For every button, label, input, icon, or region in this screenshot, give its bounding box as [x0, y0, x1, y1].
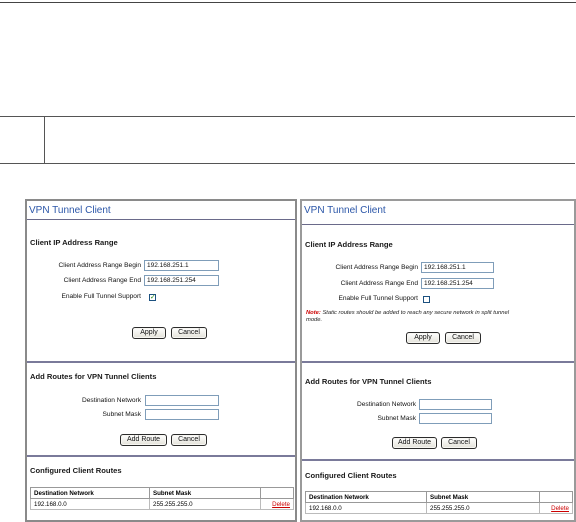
divider [27, 455, 295, 457]
column-header-actions [539, 491, 573, 503]
full-tunnel-checkbox[interactable]: ✓ [149, 294, 156, 301]
column-header-actions [260, 487, 294, 499]
note-text: Static routes should be added to reach a… [306, 310, 510, 323]
note-box [0, 116, 575, 164]
route-mask: 255.255.255.0 [426, 502, 540, 514]
route-destination: 192.168.0.0 [30, 498, 150, 510]
destination-network-input[interactable] [145, 395, 219, 406]
configured-routes-table: Destination Network Subnet Mask 192.168.… [30, 487, 294, 510]
cancel-button[interactable]: Cancel [445, 332, 481, 344]
add-routes-heading: Add Routes for VPN Tunnel Clients [305, 377, 432, 386]
client-ip-range-heading: Client IP Address Range [305, 240, 393, 249]
table-row: 192.168.0.0 255.255.255.0 Delete [305, 502, 573, 514]
route-destination: 192.168.0.0 [305, 502, 427, 514]
add-routes-heading: Add Routes for VPN Tunnel Clients [30, 372, 157, 381]
configured-routes-heading: Configured Client Routes [30, 466, 122, 475]
add-route-button[interactable]: Add Route [120, 434, 167, 446]
range-begin-input[interactable]: 192.168.251.1 [421, 262, 494, 273]
range-end-label: Client Address Range End [63, 277, 141, 284]
cancel-button[interactable]: Cancel [171, 327, 207, 339]
divider [302, 459, 574, 461]
divider [302, 224, 574, 225]
client-ip-range-heading: Client IP Address Range [30, 238, 118, 247]
full-tunnel-checkbox[interactable] [423, 296, 430, 303]
panel-title: VPN Tunnel Client [304, 205, 386, 216]
checkmark-icon: ✓ [150, 294, 156, 301]
column-header: Subnet Mask [149, 487, 261, 499]
divider [302, 361, 574, 363]
route-mask: 255.255.255.0 [149, 498, 261, 510]
full-tunnel-label: Enable Full Tunnel Support [61, 293, 141, 300]
column-header: Destination Network [305, 491, 427, 503]
destination-network-label: Destination Network [356, 401, 416, 408]
destination-network-input[interactable] [419, 399, 492, 410]
subnet-mask-label: Subnet Mask [377, 415, 416, 422]
subnet-mask-label: Subnet Mask [102, 411, 141, 418]
delete-link[interactable]: Delete [539, 502, 573, 514]
full-tunnel-label: Enable Full Tunnel Support [338, 295, 418, 302]
divider [27, 361, 295, 363]
range-begin-label: Client Address Range Begin [58, 262, 141, 269]
panel-title: VPN Tunnel Client [29, 205, 111, 216]
range-end-label: Client Address Range End [340, 280, 418, 287]
range-begin-input[interactable]: 192.168.251.1 [144, 260, 219, 271]
apply-button[interactable]: Apply [406, 332, 440, 344]
top-rule [0, 2, 576, 3]
apply-button[interactable]: Apply [132, 327, 166, 339]
destination-network-label: Destination Network [81, 397, 141, 404]
cancel-button[interactable]: Cancel [441, 437, 477, 449]
subnet-mask-input[interactable] [145, 409, 219, 420]
add-route-button[interactable]: Add Route [392, 437, 437, 449]
divider [27, 219, 295, 220]
vpn-client-panel-full-tunnel: VPN Tunnel Client Client IP Address Rang… [25, 199, 297, 522]
note-prefix: Note: [306, 310, 321, 316]
delete-link[interactable]: Delete [260, 498, 294, 510]
column-header: Destination Network [30, 487, 150, 499]
range-begin-label: Client Address Range Begin [335, 264, 418, 271]
column-header: Subnet Mask [426, 491, 540, 503]
configured-routes-table: Destination Network Subnet Mask 192.168.… [305, 491, 573, 514]
subnet-mask-input[interactable] [419, 413, 492, 424]
cancel-button[interactable]: Cancel [171, 434, 207, 446]
note-box-divider [44, 117, 45, 163]
vpn-client-panel-split-tunnel: VPN Tunnel Client Client IP Address Rang… [300, 199, 576, 522]
table-row: 192.168.0.0 255.255.255.0 Delete [30, 498, 294, 510]
configured-routes-heading: Configured Client Routes [305, 471, 397, 480]
split-tunnel-note: Note: Static routes should be added to r… [306, 310, 511, 324]
range-end-input[interactable]: 192.168.251.254 [421, 278, 494, 289]
range-end-input[interactable]: 192.168.251.254 [144, 275, 219, 286]
